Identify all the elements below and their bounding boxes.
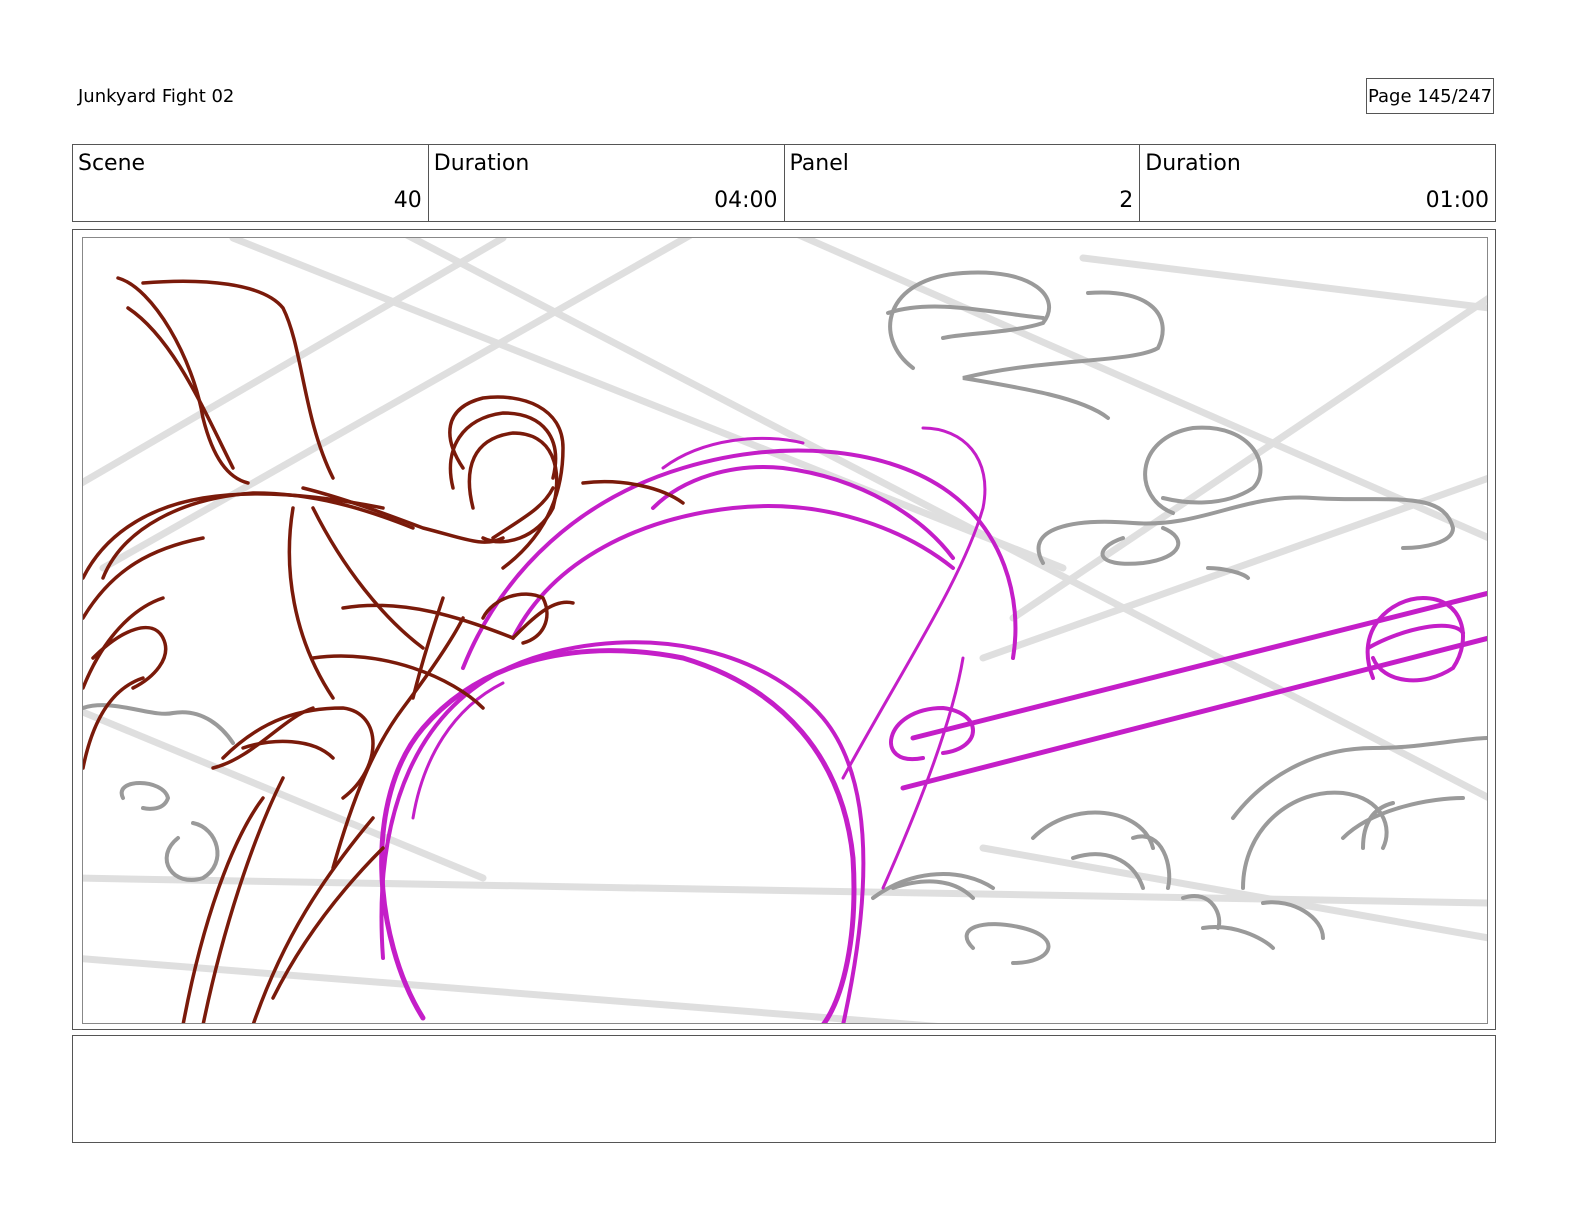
cloud-sketches: [83, 270, 1487, 965]
panel-duration-cell: Duration 01:00: [1140, 145, 1495, 221]
sketch-drawing: [83, 238, 1487, 1023]
scene-label: Scene: [78, 151, 146, 176]
document-title: Junkyard Fight 02: [78, 86, 235, 107]
panel-info-table: Scene 40 Duration 04:00 Panel 2 Duration…: [72, 144, 1496, 222]
panel-cell: Panel 2: [785, 145, 1141, 221]
scene-duration-label: Duration: [433, 151, 530, 176]
panel-duration-label: Duration: [1145, 151, 1241, 176]
panel-duration-value: 01:00: [1425, 188, 1489, 213]
scene-value: 40: [393, 188, 422, 213]
panel-value: 2: [1119, 188, 1134, 213]
scene-duration-value: 04:00: [714, 188, 778, 213]
storyboard-frame: [82, 237, 1488, 1024]
panel-label: Panel: [789, 151, 849, 176]
scene-duration-cell: Duration 04:00: [429, 145, 785, 221]
notes-box: [72, 1035, 1496, 1143]
page-number: Page 145/247: [1366, 78, 1494, 114]
speed-lines: [83, 238, 1487, 1023]
scene-cell: Scene 40: [73, 145, 429, 221]
